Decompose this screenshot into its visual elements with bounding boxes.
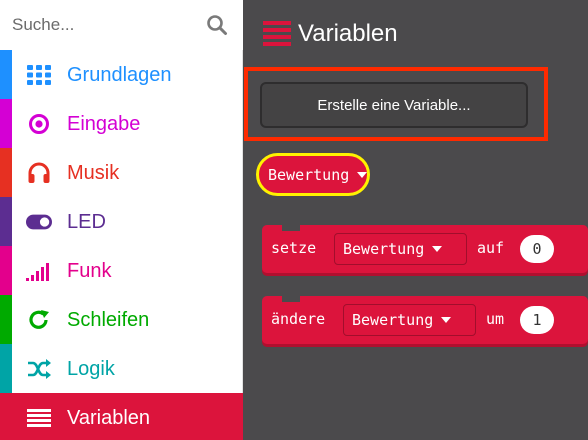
category-label: Eingabe: [67, 113, 141, 135]
category-variables[interactable]: Variablen: [0, 393, 243, 440]
refresh-icon: [26, 307, 52, 333]
toggle-icon: [26, 209, 52, 235]
search-bar: [0, 0, 243, 50]
category-label: Schleifen: [67, 309, 150, 331]
toolbox-sidebar: Grundlagen Eingabe Musik LED Funk: [0, 0, 243, 440]
block-preposition: um: [486, 310, 505, 328]
value-input[interactable]: 1: [520, 306, 554, 334]
category-stripe: [0, 99, 12, 148]
variable-reporter-block[interactable]: Bewertung: [256, 153, 370, 196]
variable-name: Bewertung: [352, 311, 434, 329]
block-notch: [282, 296, 300, 302]
dropdown-caret-icon: [441, 317, 452, 323]
category-stripe: [0, 197, 12, 246]
category-label: Grundlagen: [67, 64, 172, 86]
headphones-icon: [26, 160, 52, 186]
category-logic[interactable]: Logik: [0, 344, 243, 393]
variable-name: Bewertung: [343, 240, 425, 258]
category-label: Musik: [67, 162, 120, 184]
create-variable-button[interactable]: Erstelle eine Variable...: [260, 82, 528, 128]
block-preposition: auf: [477, 239, 505, 257]
category-loops[interactable]: Schleifen: [0, 295, 243, 344]
category-stripe: [0, 246, 12, 295]
category-label: Logik: [67, 358, 115, 380]
list-icon: [26, 405, 52, 431]
search-icon[interactable]: [206, 14, 228, 36]
list-icon: [263, 20, 291, 46]
variable-dropdown[interactable]: Bewertung: [343, 304, 476, 336]
signal-bars-icon: [26, 258, 52, 284]
target-icon: [26, 111, 52, 137]
category-basic[interactable]: Grundlagen: [0, 50, 243, 99]
variable-dropdown[interactable]: Bewertung: [334, 233, 467, 265]
set-variable-block[interactable]: setze Bewertung auf 0: [262, 225, 588, 273]
category-label: Variablen: [67, 407, 151, 429]
variables-flyout: [243, 0, 588, 440]
category-input[interactable]: Eingabe: [0, 99, 243, 148]
category-stripe: [0, 344, 12, 393]
dropdown-caret-icon: [357, 171, 368, 178]
category-stripe: [0, 50, 12, 99]
category-label: LED: [67, 211, 106, 233]
block-keyword: ändere: [271, 310, 326, 328]
variable-name: Bewertung: [268, 165, 350, 184]
category-led[interactable]: LED: [0, 197, 243, 246]
category-stripe: [0, 148, 12, 197]
value-input[interactable]: 0: [520, 235, 554, 263]
shuffle-icon: [26, 356, 52, 382]
block-keyword: setze: [271, 239, 317, 257]
search-input[interactable]: [12, 10, 192, 40]
grid-icon: [26, 62, 52, 88]
block-notch: [282, 225, 300, 231]
dropdown-caret-icon: [432, 246, 443, 252]
flyout-title: Variablen: [298, 20, 398, 47]
category-music[interactable]: Musik: [0, 148, 243, 197]
category-radio[interactable]: Funk: [0, 246, 243, 295]
category-stripe: [0, 295, 12, 344]
category-label: Funk: [67, 260, 112, 282]
change-variable-block[interactable]: ändere Bewertung um 1: [262, 296, 588, 344]
